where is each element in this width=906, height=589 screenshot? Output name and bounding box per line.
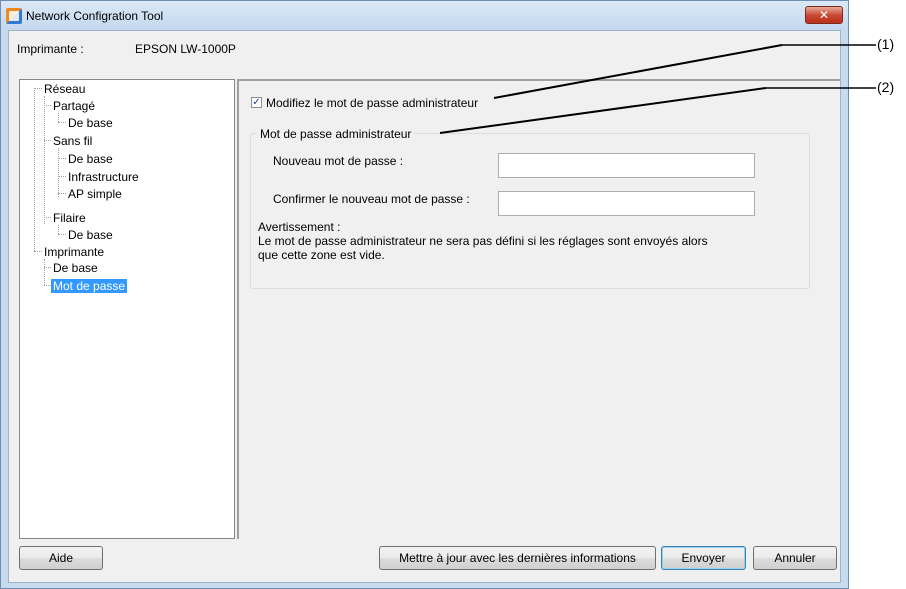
callout-line-2 bbox=[439, 87, 767, 134]
callout-line-1 bbox=[493, 44, 783, 99]
callout-lines bbox=[439, 44, 876, 134]
callout-label-1: (1) bbox=[877, 36, 895, 52]
callout-label-2: (2) bbox=[877, 79, 895, 95]
